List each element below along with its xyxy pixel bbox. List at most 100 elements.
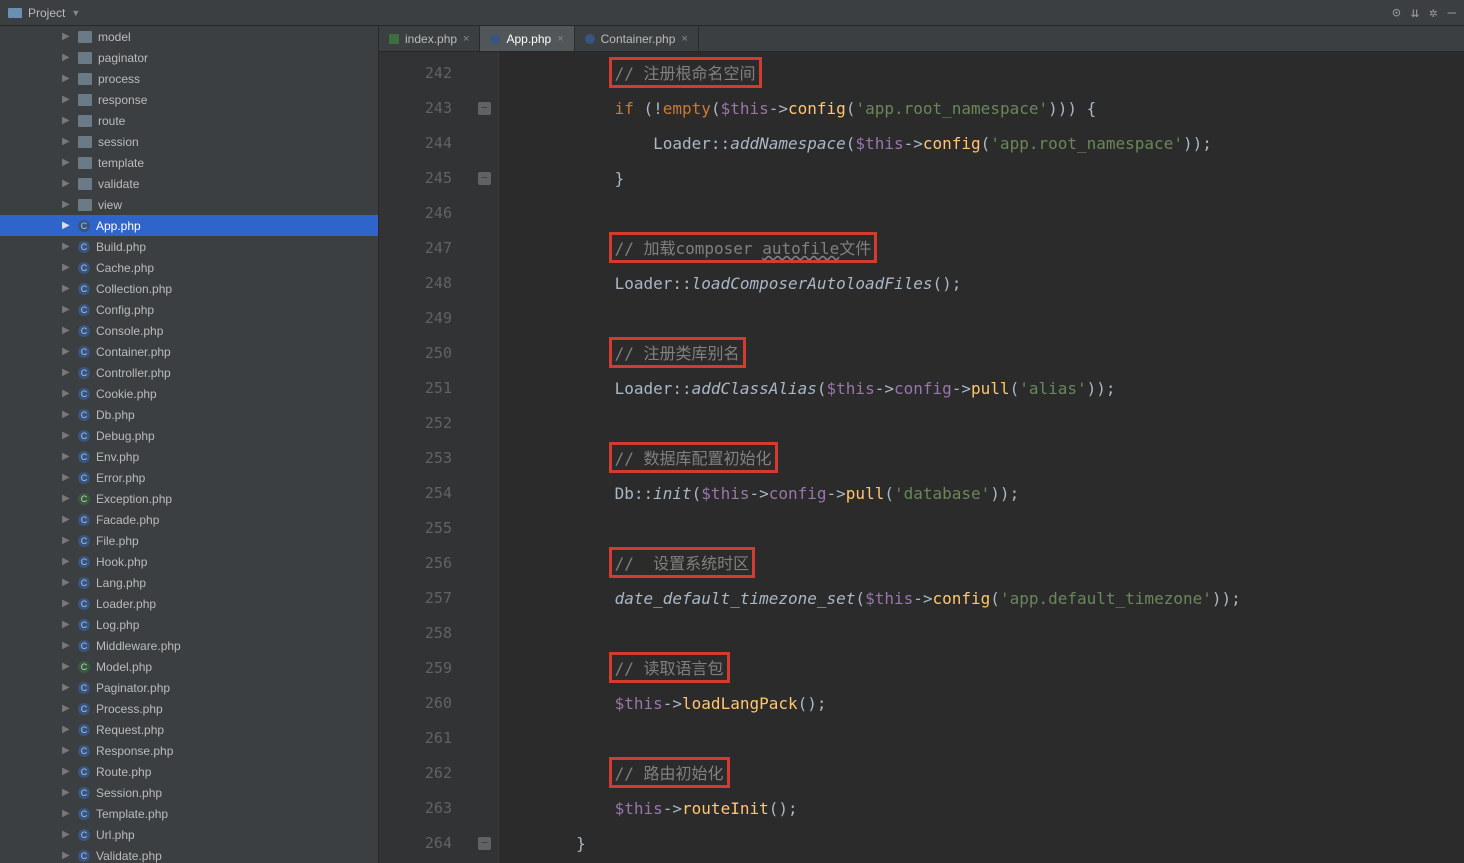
tree-folder[interactable]: ▶session [0, 131, 378, 152]
php-file-icon: C [78, 661, 90, 673]
fold-marker-icon[interactable]: – [478, 837, 491, 850]
tree-item-label: Lang.php [96, 576, 146, 590]
tree-file[interactable]: ▶CFacade.php [0, 509, 378, 530]
tree-file[interactable]: ▶CLoader.php [0, 593, 378, 614]
tree-folder[interactable]: ▶paginator [0, 47, 378, 68]
tree-item-label: Env.php [96, 450, 139, 464]
tree-file[interactable]: ▶CModel.php [0, 656, 378, 677]
tree-file[interactable]: ▶CCookie.php [0, 383, 378, 404]
code-line: $this->loadLangPack(); [499, 686, 1464, 721]
tree-file[interactable]: ▶CContainer.php [0, 341, 378, 362]
folder-icon [78, 199, 92, 211]
tree-file[interactable]: ▶CDb.php [0, 404, 378, 425]
chevron-right-icon: ▶ [62, 724, 70, 735]
code-line: if (!empty($this->config('app.root_names… [499, 91, 1464, 126]
php-file-icon: C [78, 241, 90, 253]
target-icon[interactable]: ⊙ [1392, 5, 1400, 21]
php-file-icon: C [78, 367, 90, 379]
line-number: 264 [379, 826, 452, 861]
tree-file[interactable]: ▶CController.php [0, 362, 378, 383]
close-icon[interactable]: × [681, 33, 687, 45]
minimize-icon[interactable]: — [1448, 5, 1456, 21]
chevron-right-icon: ▶ [62, 220, 70, 231]
tab-label: index.php [405, 32, 457, 46]
tree-item-label: Cache.php [96, 261, 154, 275]
line-number: 261 [379, 721, 452, 756]
tree-item-label: Exception.php [96, 492, 172, 506]
tree-file[interactable]: ▶CEnv.php [0, 446, 378, 467]
tree-folder[interactable]: ▶model [0, 26, 378, 47]
code-line: // 读取语言包 [499, 651, 1464, 686]
tree-item-label: view [98, 198, 122, 212]
tree-folder[interactable]: ▶ validate [0, 173, 378, 194]
tree-file[interactable]: ▶CUrl.php [0, 824, 378, 845]
php-file-icon: C [78, 787, 90, 799]
tree-file[interactable]: ▶CProcess.php [0, 698, 378, 719]
chevron-right-icon: ▶ [62, 178, 70, 189]
fold-marker-icon[interactable]: – [478, 102, 491, 115]
line-number: 257 [379, 581, 452, 616]
chevron-right-icon: ▶ [62, 640, 70, 651]
chevron-right-icon: ▶ [62, 367, 70, 378]
tree-item-label: Request.php [96, 723, 164, 737]
editor-tab[interactable]: App.php× [480, 26, 574, 51]
folder-icon [78, 136, 92, 148]
tree-item-label: model [98, 30, 131, 44]
tree-file[interactable]: ▶CSession.php [0, 782, 378, 803]
tree-file[interactable]: ▶CMiddleware.php [0, 635, 378, 656]
tree-item-label: validate [98, 177, 139, 191]
tree-file[interactable]: ▶CFile.php [0, 530, 378, 551]
php-file-icon: C [78, 388, 90, 400]
tree-file[interactable]: ▶CHook.php [0, 551, 378, 572]
chevron-right-icon: ▶ [62, 136, 70, 147]
tree-file[interactable]: ▶CTemplate.php [0, 803, 378, 824]
tree-file[interactable]: ▶CCache.php [0, 257, 378, 278]
tree-file[interactable]: ▶CApp.php [0, 215, 378, 236]
php-file-icon: C [78, 472, 90, 484]
tree-file[interactable]: ▶CDebug.php [0, 425, 378, 446]
tree-item-label: template [98, 156, 144, 170]
folder-icon [78, 178, 92, 190]
tree-file[interactable]: ▶CConfig.php [0, 299, 378, 320]
tree-file[interactable]: ▶CLog.php [0, 614, 378, 635]
tree-folder[interactable]: ▶route [0, 110, 378, 131]
tree-file[interactable]: ▶CLang.php [0, 572, 378, 593]
tree-file[interactable]: ▶CRequest.php [0, 719, 378, 740]
tree-folder[interactable]: ▶template [0, 152, 378, 173]
tree-file[interactable]: ▶CRoute.php [0, 761, 378, 782]
tree-file[interactable]: ▶CException.php [0, 488, 378, 509]
php-file-icon: C [78, 619, 90, 631]
tree-file[interactable]: ▶CConsole.php [0, 320, 378, 341]
line-number: 263 [379, 791, 452, 826]
close-icon[interactable]: × [557, 33, 563, 45]
project-toolwindow-label[interactable]: Project ▼ [0, 6, 88, 20]
code-content[interactable]: // 注册根命名空间 if (!empty($this->config('app… [499, 52, 1464, 863]
tree-folder[interactable]: ▶response [0, 89, 378, 110]
editor-tab[interactable]: Container.php× [575, 26, 699, 51]
line-number: 248 [379, 266, 452, 301]
tree-file[interactable]: ▶CPaginator.php [0, 677, 378, 698]
project-tree[interactable]: ▶model▶paginator▶process▶response▶route▶… [0, 26, 379, 863]
editor-tab[interactable]: index.php × [379, 26, 480, 51]
dropdown-icon: ▼ [71, 8, 80, 18]
tree-file[interactable]: ▶CResponse.php [0, 740, 378, 761]
tree-item-label: response [98, 93, 147, 107]
toolbar-actions: ⊙ ⇊ ✲ — [1392, 5, 1464, 21]
fold-marker-icon[interactable]: – [478, 172, 491, 185]
tree-file[interactable]: ▶CError.php [0, 467, 378, 488]
php-file-icon: C [78, 535, 90, 547]
tree-file[interactable]: ▶CCollection.php [0, 278, 378, 299]
php-file-icon: C [78, 262, 90, 274]
collapse-icon[interactable]: ⇊ [1411, 5, 1419, 21]
tree-file[interactable]: ▶CBuild.php [0, 236, 378, 257]
tree-file[interactable]: ▶CValidate.php [0, 845, 378, 863]
code-line: // 数据库配置初始化 [499, 441, 1464, 476]
close-icon[interactable]: × [463, 33, 469, 45]
tree-item-label: Facade.php [96, 513, 159, 527]
tree-folder[interactable]: ▶view [0, 194, 378, 215]
php-file-icon: C [78, 283, 90, 295]
chevron-right-icon: ▶ [62, 577, 70, 588]
tree-item-label: Container.php [96, 345, 171, 359]
gear-icon[interactable]: ✲ [1429, 5, 1437, 21]
tree-folder[interactable]: ▶process [0, 68, 378, 89]
